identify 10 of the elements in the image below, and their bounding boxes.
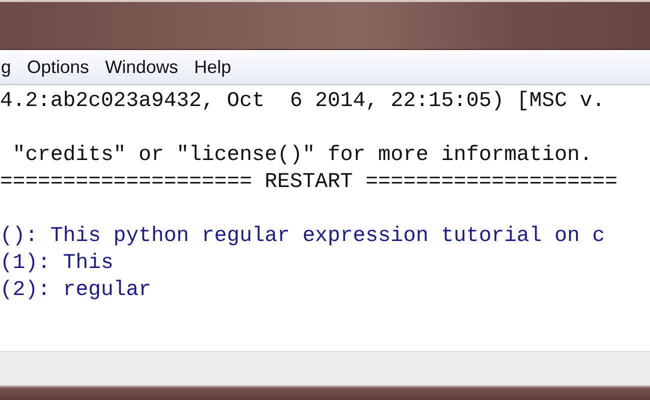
program-output-line: (2): regular xyxy=(0,278,152,304)
program-output-line: (): This python regular expression tutorial on c xyxy=(0,224,605,250)
program-output-line: (1): This xyxy=(0,251,114,277)
shell-output-line: ==================== RESTART ==================== xyxy=(0,170,618,196)
shell-output-line: "credits" or "license()" for more information. xyxy=(12,143,592,169)
menu-item[interactable]: g xyxy=(0,56,20,78)
menu-item[interactable]: Windows xyxy=(97,56,186,78)
shell-output-line: 4.2:ab2c023a9432, Oct 6 2014, 22:15:05) [MSC v. xyxy=(0,89,605,115)
menu-item[interactable]: Options xyxy=(19,56,98,78)
menu-item[interactable]: Help xyxy=(186,56,240,78)
